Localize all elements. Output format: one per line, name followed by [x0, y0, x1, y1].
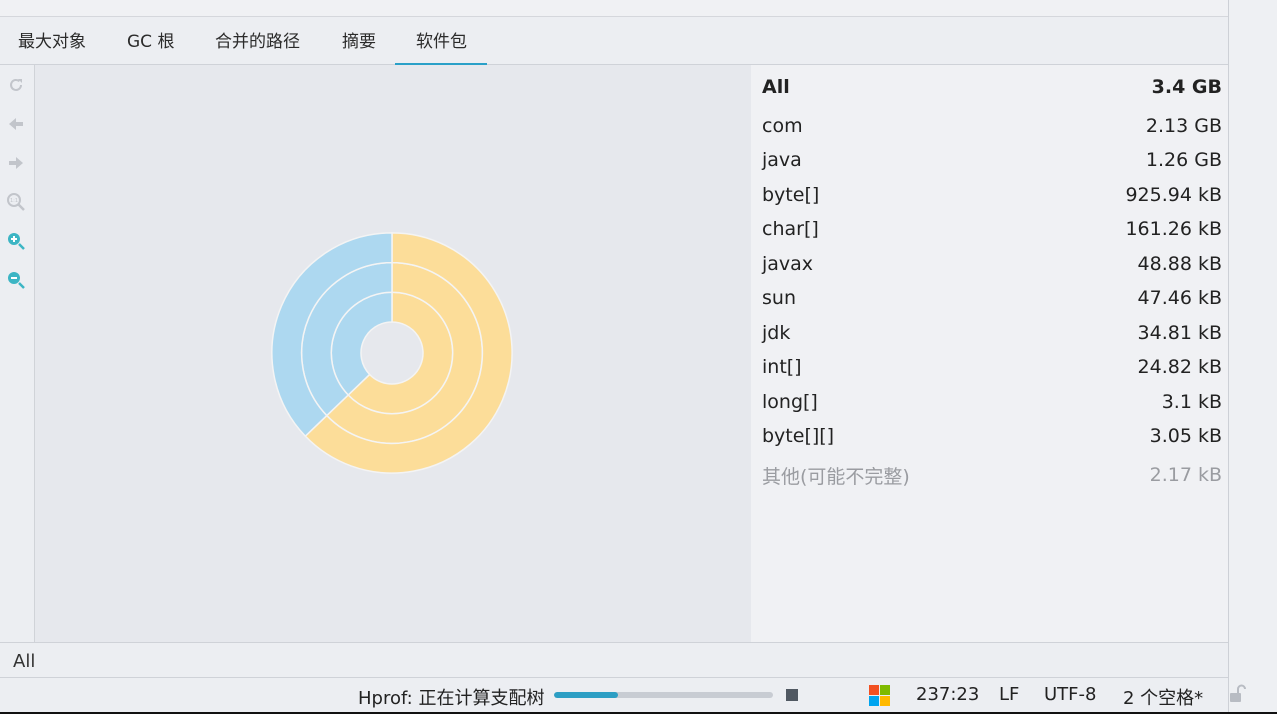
package-row-all[interactable]: All 3.4 GB: [762, 72, 1222, 102]
package-list: All 3.4 GB com 2.13 GB java 1.26 GB byte…: [751, 65, 1228, 642]
svg-text:1:1: 1:1: [10, 198, 18, 204]
package-row[interactable]: char[] 161.26 kB: [762, 214, 1222, 244]
unlock-icon[interactable]: [1227, 684, 1247, 704]
package-row[interactable]: jdk 34.81 kB: [762, 318, 1222, 348]
package-row[interactable]: long[] 3.1 kB: [762, 387, 1222, 417]
zoom-out-icon[interactable]: [5, 269, 27, 291]
sunburst-chart[interactable]: [35, 65, 751, 642]
package-row[interactable]: javax 48.88 kB: [762, 249, 1222, 279]
package-name: int[]: [762, 356, 802, 378]
package-name: java: [762, 149, 802, 171]
package-name: long[]: [762, 391, 818, 413]
package-size: 925.94 kB: [1125, 184, 1222, 206]
forward-arrow-icon[interactable]: [5, 152, 27, 174]
package-size: 3.4 GB: [1151, 76, 1222, 98]
progress-fill: [554, 692, 618, 698]
package-row[interactable]: java 1.26 GB: [762, 145, 1222, 175]
package-size: 1.26 GB: [1145, 149, 1222, 171]
background-task-label[interactable]: Hprof: 正在计算支配树: [358, 684, 544, 710]
package-name: All: [762, 76, 790, 98]
package-size: 2.13 GB: [1145, 115, 1222, 137]
package-row[interactable]: byte[][] 3.05 kB: [762, 421, 1222, 451]
package-size: 161.26 kB: [1125, 218, 1222, 240]
tab-largest-objects[interactable]: 最大对象: [18, 17, 86, 65]
package-size: 2.17 kB: [1149, 464, 1222, 486]
tab-gc-roots[interactable]: GC 根: [127, 17, 174, 65]
chart-toolbar: 1:1: [0, 65, 35, 642]
package-size: 3.1 kB: [1161, 391, 1222, 413]
right-gutter: [1228, 0, 1277, 714]
package-size: 48.88 kB: [1137, 253, 1222, 275]
package-size: 47.46 kB: [1137, 287, 1222, 309]
sunburst-chart-area: [35, 65, 751, 642]
package-name: com: [762, 115, 803, 137]
tab-bar: 最大对象 GC 根 合并的路径 摘要 软件包: [0, 17, 1228, 66]
package-name: char[]: [762, 218, 819, 240]
zoom-in-icon[interactable]: [5, 230, 27, 252]
tab-summary[interactable]: 摘要: [342, 17, 376, 65]
package-name: 其他(可能不完整): [762, 465, 910, 488]
package-size: 24.82 kB: [1137, 356, 1222, 378]
package-row[interactable]: sun 47.46 kB: [762, 283, 1222, 313]
indent-setting[interactable]: 2 个空格*: [1123, 684, 1203, 710]
refresh-icon[interactable]: [5, 74, 27, 96]
file-encoding[interactable]: UTF-8: [1044, 684, 1096, 705]
line-ending[interactable]: LF: [999, 684, 1019, 705]
package-name: sun: [762, 287, 796, 309]
package-size: 3.05 kB: [1149, 425, 1222, 447]
back-arrow-icon[interactable]: [5, 113, 27, 135]
package-name: javax: [762, 253, 814, 275]
stop-task-button[interactable]: [786, 689, 798, 701]
package-row[interactable]: int[] 24.82 kB: [762, 352, 1222, 382]
zoom-reset-icon[interactable]: 1:1: [5, 191, 27, 213]
package-row[interactable]: com 2.13 GB: [762, 111, 1222, 141]
package-row-other[interactable]: 其他(可能不完整) 2.17 kB: [762, 460, 1222, 490]
top-strip: [0, 0, 1228, 17]
package-name: byte[][]: [762, 425, 835, 447]
status-bar: Hprof: 正在计算支配树 237:23 LF UTF-8 2 个空格*: [0, 678, 1246, 714]
breadcrumb-item[interactable]: All: [13, 651, 35, 672]
tab-merged-paths[interactable]: 合并的路径: [215, 17, 300, 65]
tab-packages[interactable]: 软件包: [395, 17, 487, 66]
package-size: 34.81 kB: [1137, 322, 1222, 344]
cursor-position[interactable]: 237:23: [916, 684, 979, 705]
task-progress-bar[interactable]: [554, 692, 773, 698]
breadcrumb: All: [0, 642, 1228, 678]
windows-logo-icon[interactable]: [869, 685, 891, 707]
package-row[interactable]: byte[] 925.94 kB: [762, 180, 1222, 210]
package-name: byte[]: [762, 184, 820, 206]
package-name: jdk: [762, 322, 791, 344]
